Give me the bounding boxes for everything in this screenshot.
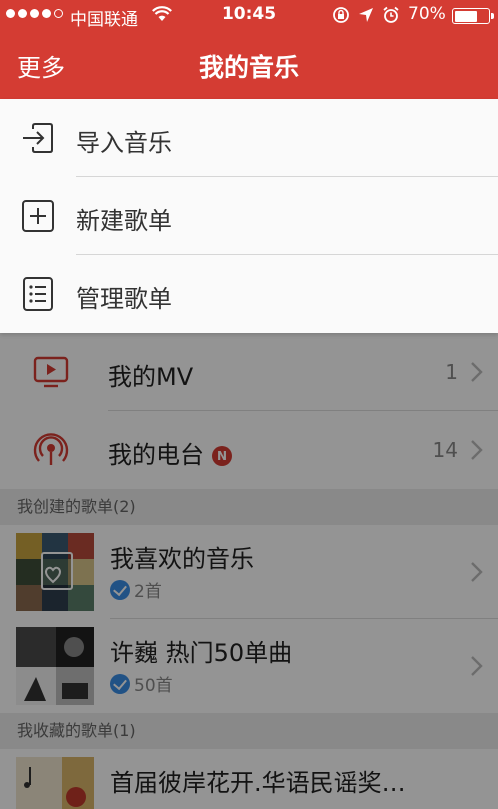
status-bar: 中国联通 10:45 70% — [0, 0, 498, 30]
menu-item-label: 新建歌单 — [76, 207, 172, 235]
battery-icon — [452, 8, 494, 24]
alarm-icon — [383, 6, 399, 23]
page-title: 我的音乐 — [198, 53, 299, 82]
menu-item-import-music[interactable]: 导入音乐 — [0, 99, 498, 177]
dropdown-menu: 导入音乐 新建歌单 管理歌单 — [0, 99, 498, 333]
import-icon — [23, 123, 53, 153]
header-bar: 中国联通 10:45 70% 更多 我的音乐 — [0, 0, 498, 99]
rotation-lock-icon — [333, 7, 349, 23]
menu-item-new-playlist[interactable]: 新建歌单 — [0, 177, 498, 255]
dim-overlay[interactable] — [0, 333, 498, 809]
list-icon — [23, 277, 53, 311]
menu-item-label: 导入音乐 — [76, 129, 172, 157]
menu-item-label: 管理歌单 — [76, 285, 172, 313]
plus-square-icon — [22, 200, 54, 232]
location-icon — [359, 8, 373, 22]
menu-item-manage-playlists[interactable]: 管理歌单 — [0, 255, 498, 333]
battery-percentage: 70% — [408, 4, 446, 24]
